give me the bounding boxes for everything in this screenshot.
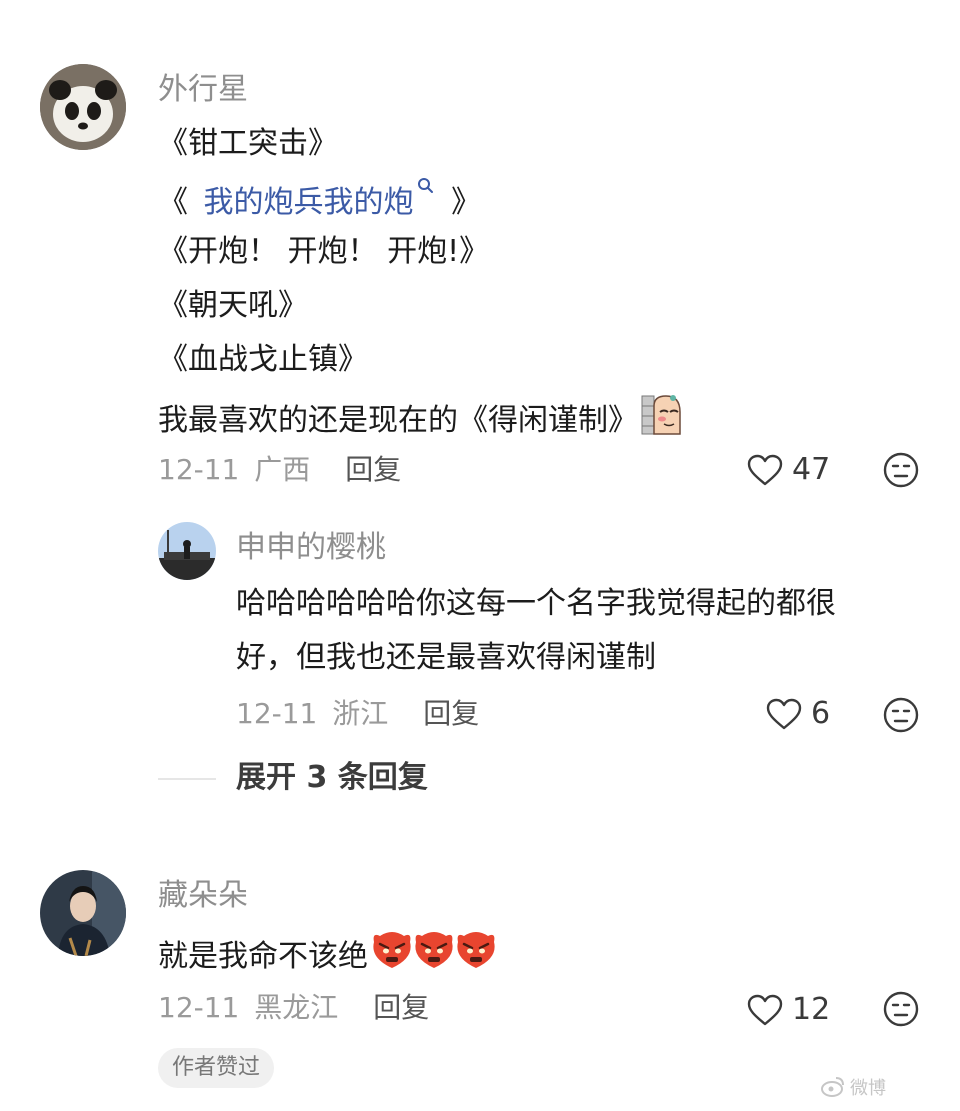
watermark: 微博 <box>820 1074 886 1100</box>
heart-icon <box>766 698 802 730</box>
silhouette-avatar-image <box>158 522 216 580</box>
bracket-text: 》 <box>451 185 482 220</box>
comment-line: 我最喜欢的还是现在的《得闲谨制》 <box>158 392 684 443</box>
reply-button[interactable]: 回复 <box>345 453 401 486</box>
like-button[interactable]: 12 <box>746 990 830 1030</box>
username[interactable]: 外行星 <box>158 70 248 110</box>
like-count: 12 <box>792 992 831 1027</box>
comment-line: 《开炮！ 开炮！ 开炮!》 <box>158 234 490 269</box>
comment-meta: 12-11 浙江 回复 <box>236 694 479 734</box>
bracket-text: 《 <box>158 185 188 220</box>
author-liked-badge: 作者赞过 <box>158 1048 275 1088</box>
panda-avatar-image <box>40 64 126 150</box>
reply-button[interactable]: 回复 <box>373 991 429 1024</box>
comment-line: 《血战戈止镇》 <box>158 342 368 377</box>
dislike-button[interactable] <box>882 990 920 1032</box>
reply-button[interactable]: 回复 <box>423 697 479 730</box>
comment-line: 《钳工突击》 <box>158 126 338 161</box>
comment-line-text: 就是我命不该绝 <box>158 939 368 974</box>
comment-date: 12-11 <box>158 453 240 486</box>
peek-emoji-icon <box>641 395 681 435</box>
like-button[interactable]: 6 <box>765 694 830 734</box>
divider-line <box>158 778 216 780</box>
angry-face-emoji <box>373 930 496 970</box>
comment-date: 12-11 <box>158 991 240 1024</box>
heart-icon <box>747 454 783 486</box>
neutral-face-icon <box>883 697 919 733</box>
search-link-label: 我的炮兵我的炮 <box>203 185 414 220</box>
watermark-text: 微博 <box>850 1078 886 1099</box>
person-avatar-image <box>40 870 126 956</box>
comment-date: 12-11 <box>236 697 318 730</box>
comment-line: 就是我命不该绝 <box>158 928 496 979</box>
neutral-face-icon <box>883 991 919 1027</box>
comment-line: 哈哈哈哈哈哈你这每一个名字我觉得起的都很 <box>236 586 836 621</box>
comment-location: 浙江 <box>332 697 389 730</box>
neutral-face-icon <box>883 452 919 488</box>
dislike-button[interactable] <box>882 451 920 493</box>
search-link[interactable]: 我的炮兵我的炮 <box>203 178 446 220</box>
comment-location: 广西 <box>254 453 311 486</box>
comment-line: 《 我的炮兵我的炮 》 <box>158 176 481 225</box>
comment-line-text: 我最喜欢的还是现在的《得闲谨制》 <box>158 403 638 438</box>
avatar[interactable] <box>40 64 126 150</box>
comment-meta: 12-11 黑龙江 回复 <box>158 988 429 1028</box>
comment-line: 好，但我也还是最喜欢得闲谨制 <box>236 640 656 675</box>
weibo-logo-icon <box>821 1077 844 1097</box>
avatar[interactable] <box>158 522 216 580</box>
avatar[interactable] <box>40 870 126 956</box>
comment-location: 黑龙江 <box>254 991 339 1024</box>
like-count: 47 <box>792 452 831 487</box>
heart-icon <box>747 994 783 1026</box>
dislike-button[interactable] <box>882 696 920 738</box>
comment-line: 《朝天吼》 <box>158 288 308 323</box>
like-count: 6 <box>811 696 831 731</box>
expand-replies-button[interactable]: 展开 3 条回复 <box>236 758 428 798</box>
search-icon <box>417 178 433 193</box>
username[interactable]: 申申的樱桃 <box>236 528 386 568</box>
comment-meta: 12-11 广西 回复 <box>158 450 401 490</box>
like-button[interactable]: 47 <box>746 450 830 490</box>
username[interactable]: 藏朵朵 <box>158 876 248 916</box>
